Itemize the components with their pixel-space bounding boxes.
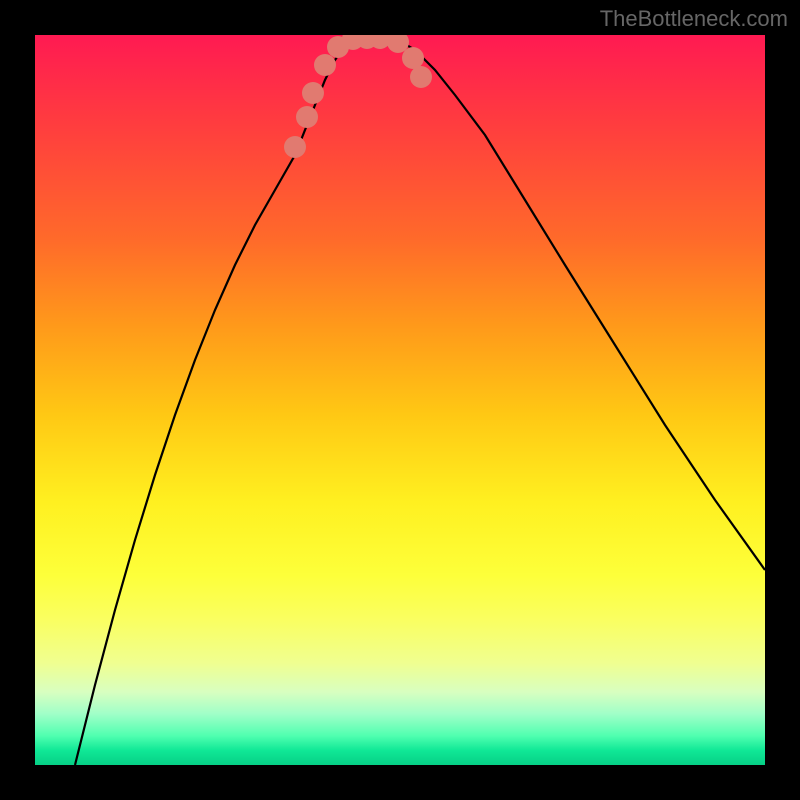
highlight-marker [296, 106, 318, 128]
plot-area [35, 35, 765, 765]
highlight-markers [284, 35, 432, 158]
highlight-marker [302, 82, 324, 104]
highlight-marker [410, 66, 432, 88]
highlight-marker [314, 54, 336, 76]
chart-svg [35, 35, 765, 765]
watermark-text: TheBottleneck.com [600, 6, 788, 32]
highlight-marker [402, 47, 424, 69]
bottleneck-curve [75, 36, 765, 765]
highlight-marker [284, 136, 306, 158]
